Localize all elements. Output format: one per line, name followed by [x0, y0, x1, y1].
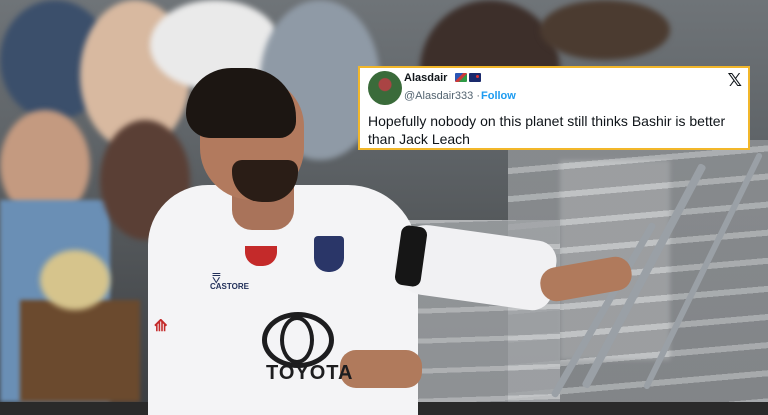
crowd-spectator — [40, 250, 110, 310]
namibia-flag-icon — [455, 73, 467, 82]
author-handle[interactable]: @Alasdair333 · — [404, 90, 480, 102]
author-flags — [455, 73, 481, 82]
tweet-card[interactable]: Alasdair @Alasdair333 · Follow 𝕏 Hopeful… — [358, 66, 750, 150]
tweet-text: Hopefully nobody on this planet still th… — [368, 113, 726, 147]
x-logo-icon[interactable]: 𝕏 — [727, 70, 742, 91]
jersey-sponsor: TOYOTA — [266, 362, 354, 384]
england-crest-icon — [314, 236, 344, 272]
author-name[interactable]: Alasdair — [404, 72, 447, 84]
profile-avatar-icon[interactable] — [368, 71, 402, 105]
jersey-brand: CASTORE — [210, 282, 249, 291]
jersey-red-mark: ⟰ — [154, 318, 168, 335]
new-zealand-flag-icon — [469, 73, 481, 82]
handle-text[interactable]: @Alasdair333 — [404, 90, 473, 102]
separator-dot: · — [476, 90, 480, 102]
follow-button[interactable]: Follow — [481, 90, 516, 102]
crowd-spectator — [540, 0, 670, 60]
crowd-shirt — [20, 300, 140, 402]
toyota-logo-inner — [280, 316, 314, 364]
